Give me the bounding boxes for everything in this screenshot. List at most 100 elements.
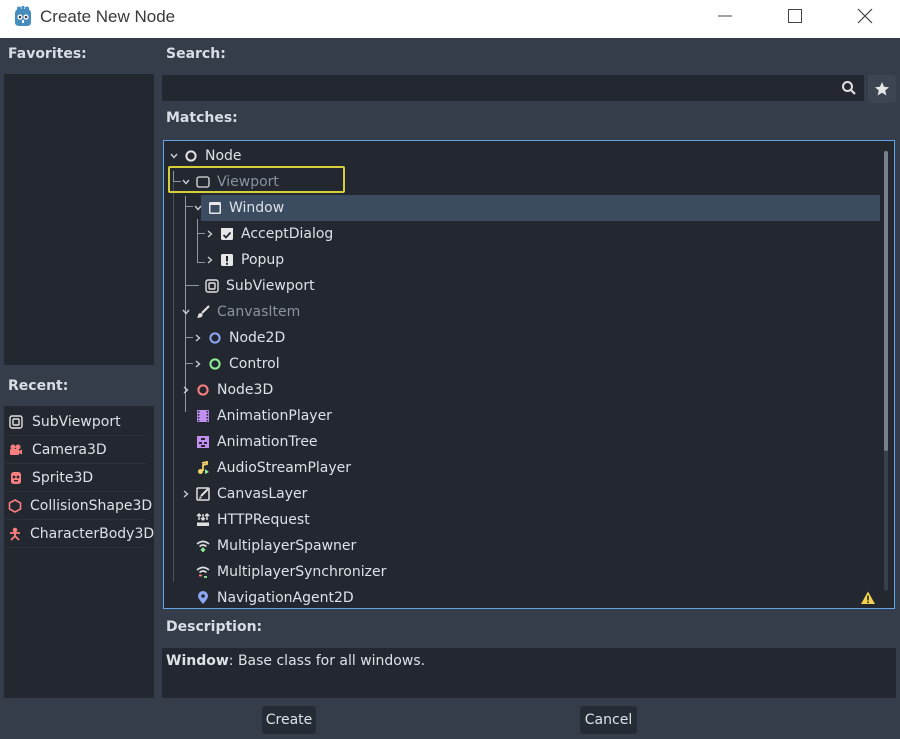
chevron-down-icon[interactable] (180, 306, 192, 318)
viewport-icon (195, 174, 211, 190)
recent-item-label: Camera3D (32, 441, 107, 458)
search-icon (842, 81, 856, 95)
recent-item[interactable]: CharacterBody3D (4, 520, 154, 548)
tree-item-navigationagent2d[interactable]: NavigationAgent2D (164, 585, 880, 608)
tree-item-canvaslayer[interactable]: CanvasLayer (164, 481, 880, 507)
scrollbar-thumb[interactable] (884, 151, 888, 451)
tree-item-label: CanvasLayer (217, 486, 308, 502)
minimize-icon (718, 15, 732, 17)
animationplayer-icon (195, 408, 211, 424)
description-class-name: Window (166, 653, 229, 669)
minimize-button[interactable] (690, 0, 760, 32)
tree-item-node2d[interactable]: Node2D (164, 325, 880, 351)
close-icon (857, 8, 873, 24)
recent-item[interactable]: Camera3D (4, 436, 146, 464)
matches-label: Matches: (166, 110, 238, 126)
tree-item-label: AnimationTree (217, 434, 318, 450)
control-icon (207, 356, 223, 372)
node-icon (183, 148, 199, 164)
tree-item-animationplayer[interactable]: AnimationPlayer (164, 403, 880, 429)
tree-item-acceptdialog[interactable]: AcceptDialog (164, 221, 880, 247)
tree-item-label: AcceptDialog (241, 226, 334, 242)
tree-item-label: Viewport (217, 174, 279, 190)
selection-highlight (201, 195, 880, 221)
favorites-list[interactable] (4, 74, 154, 365)
star-icon (875, 82, 889, 96)
tree-item-label: Node2D (229, 330, 286, 346)
tree-item-popup[interactable]: Popup (164, 247, 880, 273)
popup-icon (219, 252, 235, 268)
subviewport-icon (8, 414, 24, 430)
navigationagent2d-icon (195, 590, 211, 606)
canvaslayer-icon (195, 486, 211, 502)
description-text: Window: Base class for all windows. (162, 648, 896, 698)
multiplayerspawner-icon (195, 538, 211, 554)
animationtree-icon (195, 434, 211, 450)
sprite3d-icon (8, 470, 24, 486)
tree-item-control[interactable]: Control (164, 351, 880, 377)
tree-item-label: SubViewport (226, 278, 315, 294)
recent-item[interactable]: CollisionShape3D (4, 492, 152, 520)
node3d-icon (195, 382, 211, 398)
chevron-down-icon[interactable] (180, 176, 192, 188)
matches-tree[interactable]: Node Viewport Window AcceptDialog Popup … (163, 140, 895, 609)
favorites-label: Favorites: (8, 46, 87, 62)
node2d-icon (207, 330, 223, 346)
tree-item-label: HTTPRequest (217, 512, 310, 528)
recent-item[interactable]: Sprite3D (4, 464, 146, 492)
tree-item-animationtree[interactable]: AnimationTree (164, 429, 880, 455)
maximize-icon (788, 9, 802, 23)
create-button[interactable]: Create (262, 706, 316, 734)
chevron-down-icon[interactable] (168, 150, 180, 162)
httprequest-icon (195, 512, 211, 528)
chevron-right-icon[interactable] (204, 254, 216, 266)
recent-item[interactable]: SubViewport (4, 408, 146, 436)
tree-item-viewport[interactable]: Viewport (164, 169, 880, 195)
tree-item-label: MultiplayerSpawner (217, 538, 357, 554)
title-bar: Create New Node (0, 0, 900, 38)
tree-item-label: Control (229, 356, 280, 372)
tree-item-label: AnimationPlayer (217, 408, 332, 424)
collisionshape3d-icon (8, 498, 22, 514)
tree-item-subviewport[interactable]: SubViewport (164, 273, 880, 299)
multiplayersynchronizer-icon (195, 564, 211, 580)
tree-item-label: CanvasItem (217, 304, 301, 320)
tree-item-window[interactable]: Window (164, 195, 880, 221)
tree-item-label: NavigationAgent2D (217, 590, 354, 606)
search-label: Search: (166, 46, 226, 62)
subviewport-icon (204, 278, 220, 294)
window-icon (207, 200, 223, 216)
tree-item-node3d[interactable]: Node3D (164, 377, 880, 403)
audiostreamplayer-icon (195, 460, 211, 476)
window-title: Create New Node (40, 7, 176, 26)
description-body: : Base class for all windows. (228, 653, 426, 669)
favorite-toggle-button[interactable] (868, 75, 896, 103)
search-input[interactable] (162, 75, 864, 101)
chevron-right-icon[interactable] (204, 228, 216, 240)
tree-item-label: Node (205, 148, 242, 164)
camera3d-icon (8, 442, 24, 458)
chevron-right-icon[interactable] (180, 384, 192, 396)
chevron-right-icon[interactable] (192, 358, 204, 370)
recent-list[interactable]: SubViewport Camera3D Sprite3D CollisionS… (4, 406, 154, 698)
recent-label: Recent: (8, 378, 69, 394)
chevron-right-icon[interactable] (180, 488, 192, 500)
maximize-button[interactable] (760, 0, 830, 32)
chevron-down-icon[interactable] (192, 202, 204, 214)
tree-item-multiplayersynchronizer[interactable]: MultiplayerSynchronizer (164, 559, 880, 585)
cancel-button[interactable]: Cancel (580, 706, 637, 734)
acceptdialog-icon (219, 226, 235, 242)
recent-item-label: Sprite3D (32, 469, 94, 486)
tree-item-label: Node3D (217, 382, 274, 398)
description-label: Description: (166, 619, 263, 635)
close-button[interactable] (830, 0, 900, 32)
tree-item-label: MultiplayerSynchronizer (217, 564, 387, 580)
tree-item-multiplayerspawner[interactable]: MultiplayerSpawner (164, 533, 880, 559)
characterbody3d-icon (8, 526, 22, 542)
chevron-right-icon[interactable] (192, 332, 204, 344)
tree-item-canvasitem[interactable]: CanvasItem (164, 299, 880, 325)
tree-item-httprequest[interactable]: HTTPRequest (164, 507, 880, 533)
godot-logo-icon (15, 5, 31, 26)
recent-item-label: CollisionShape3D (30, 497, 153, 514)
tree-item-audiostreamplayer[interactable]: AudioStreamPlayer (164, 455, 880, 481)
